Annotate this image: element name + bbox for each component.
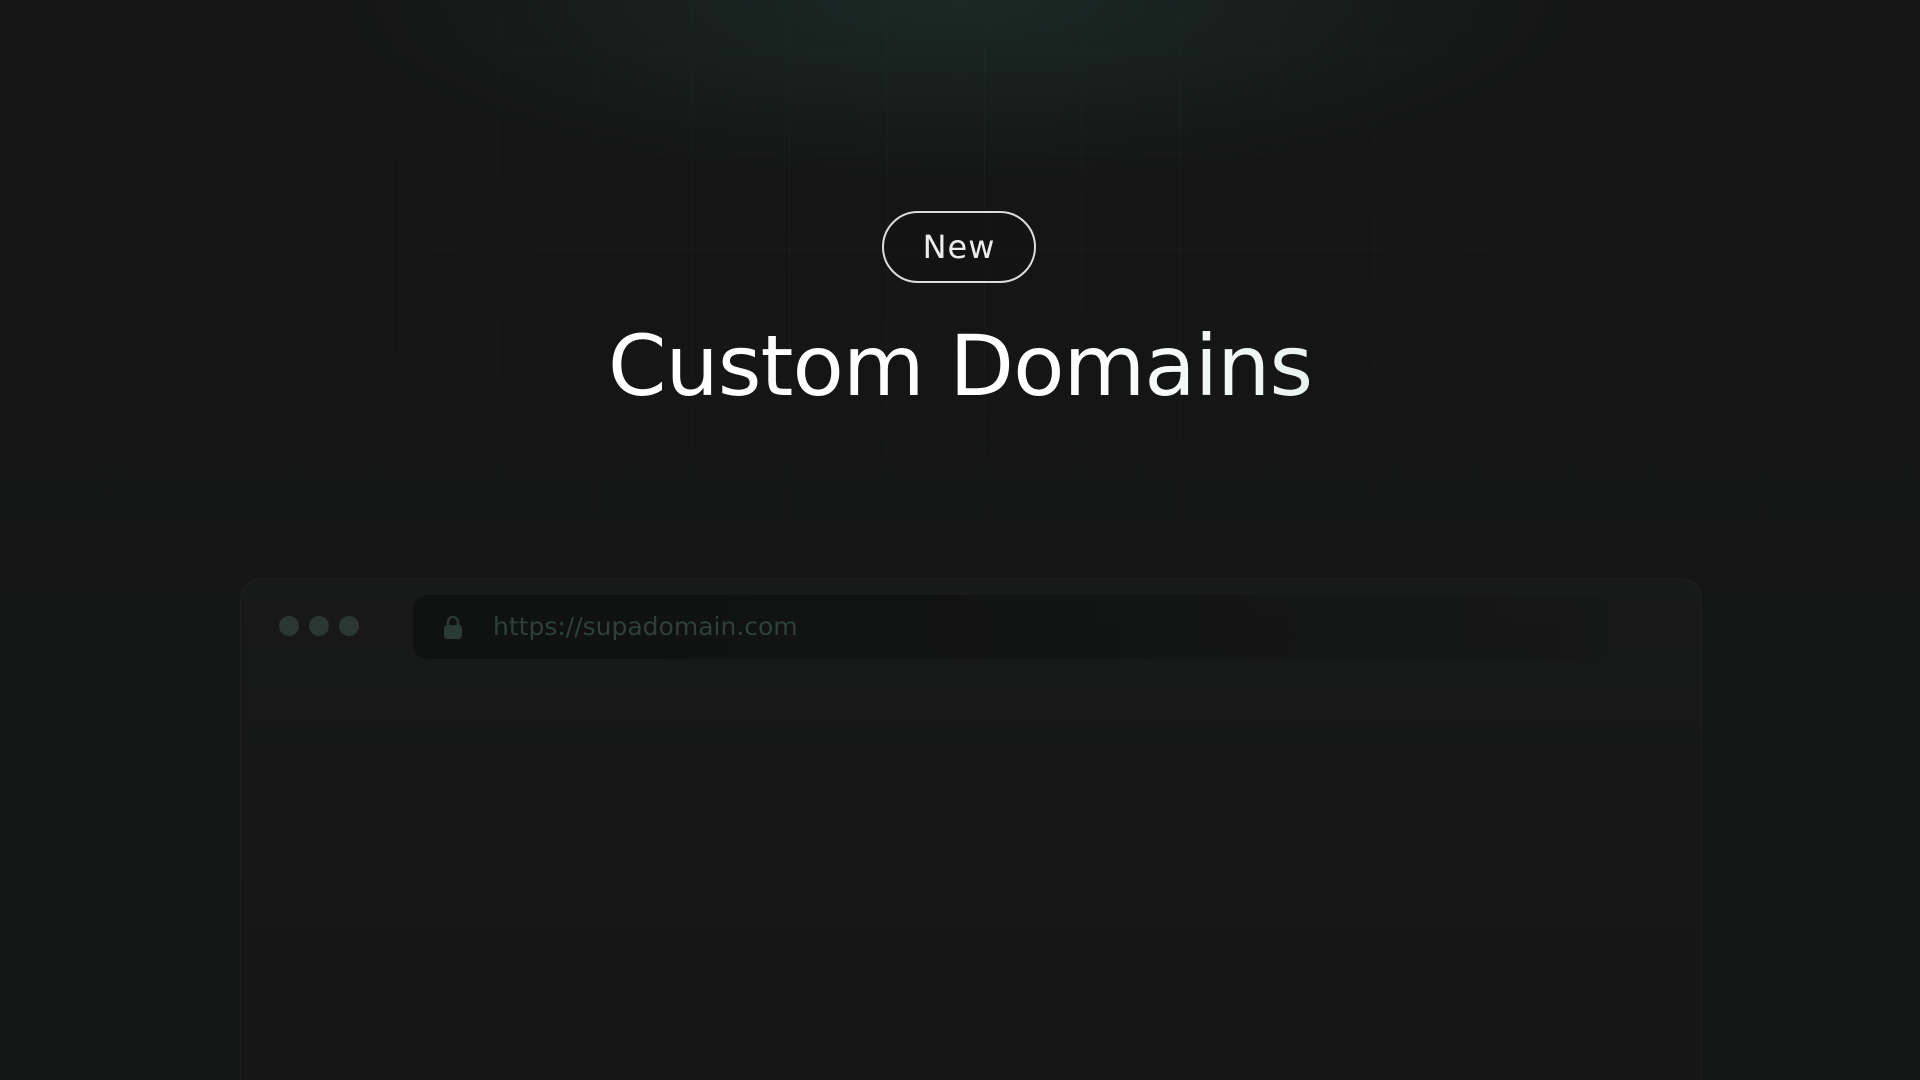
page-title: Custom Domains bbox=[0, 316, 1920, 416]
close-dot-icon[interactable] bbox=[279, 616, 299, 636]
new-badge: New bbox=[882, 211, 1036, 283]
browser-window: https://supadomain.com bbox=[240, 578, 1702, 1080]
url-text[interactable]: https://supadomain.com bbox=[493, 609, 798, 645]
hero-banner: New Custom Domains https://supadomain.co… bbox=[0, 0, 1920, 1080]
minimize-dot-icon[interactable] bbox=[309, 616, 329, 636]
grid-fade bbox=[0, 430, 1920, 590]
new-badge-label: New bbox=[922, 228, 996, 266]
address-bar[interactable]: https://supadomain.com bbox=[413, 595, 1609, 659]
lock-icon bbox=[444, 615, 462, 639]
window-controls bbox=[279, 616, 359, 636]
maximize-dot-icon[interactable] bbox=[339, 616, 359, 636]
